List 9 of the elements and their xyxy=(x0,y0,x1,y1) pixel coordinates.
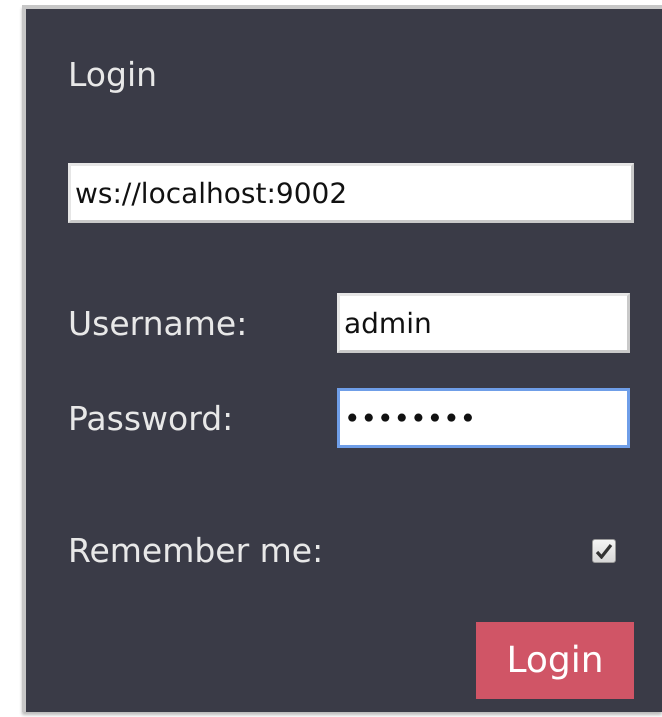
field-label: Password: xyxy=(68,398,234,438)
login-title: Login xyxy=(68,55,158,96)
input-field[interactable]: ws://localhost:9002 xyxy=(68,163,634,223)
login-button[interactable]: Login xyxy=(476,622,634,699)
remember-label: Remember me: xyxy=(68,531,324,570)
field-label: Username: xyxy=(68,304,248,342)
checkbox[interactable] xyxy=(592,538,616,562)
input-field[interactable]: admin xyxy=(337,293,630,353)
input-field[interactable]: •••••••• xyxy=(337,388,630,448)
